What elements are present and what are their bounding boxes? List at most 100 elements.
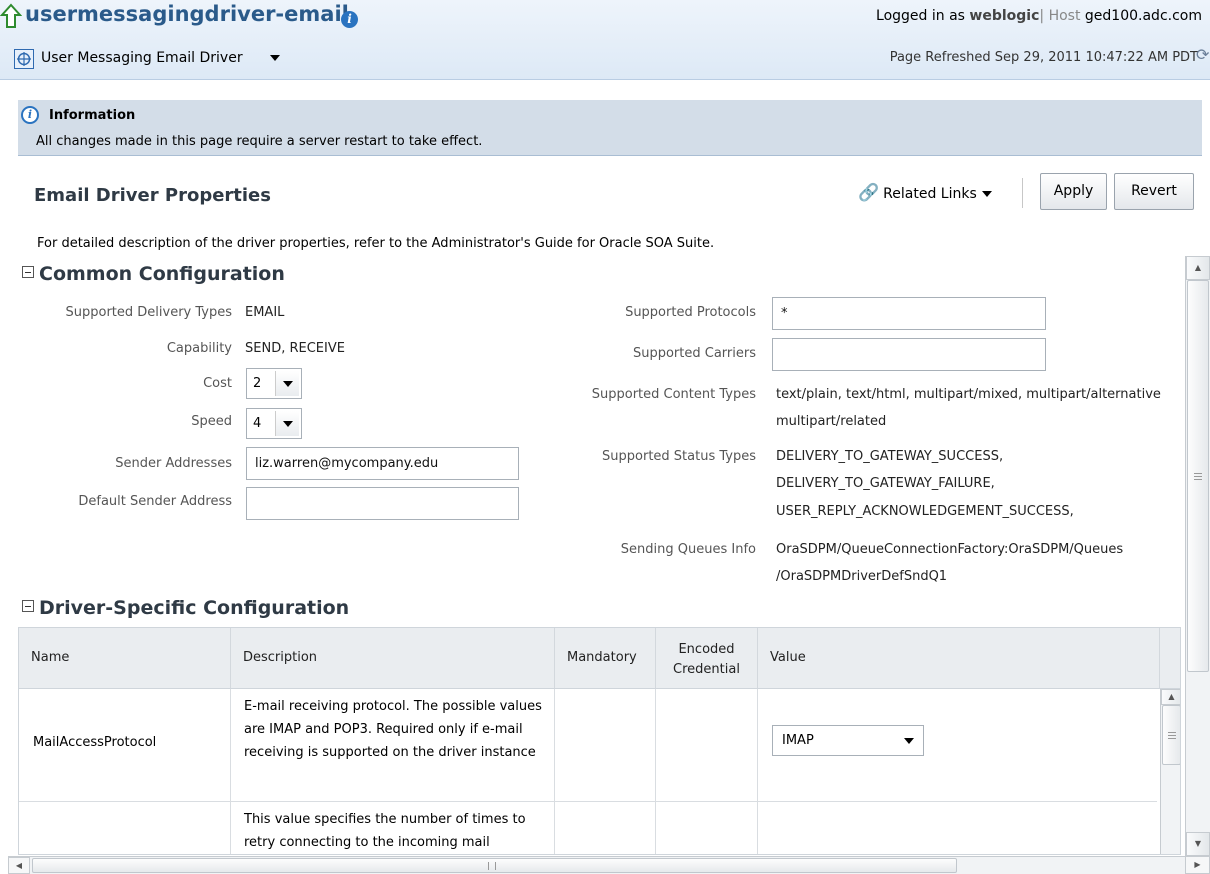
page-horizontal-scrollbar[interactable]: ◀: [8, 856, 1185, 874]
column-header-encoded-credential[interactable]: Encoded Credential: [656, 628, 758, 689]
host-name: ged100.adc.com: [1084, 8, 1202, 24]
property-description: This value specifies the number of times…: [244, 812, 526, 850]
column-label: Value: [770, 650, 806, 665]
scroll-down-icon[interactable]: ▼: [1186, 832, 1210, 856]
description-cell: E-mail receiving protocol. The possible …: [231, 689, 555, 801]
related-links-label[interactable]: Related Links: [883, 186, 977, 202]
protocols-label: Supported Protocols: [625, 305, 756, 320]
property-name: MailAccessProtocol: [33, 735, 157, 750]
page-refreshed: Page Refreshed Sep 29, 2011 10:47:22 AM …: [889, 50, 1198, 65]
info-message: All changes made in this page require a …: [36, 134, 483, 149]
cost-label: Cost: [203, 376, 232, 391]
up-arrow-icon[interactable]: [0, 3, 22, 29]
chevron-down-icon[interactable]: [897, 728, 921, 753]
scroll-up-icon[interactable]: ▲: [1161, 689, 1180, 705]
driver-config-header[interactable]: Driver-Specific Configuration: [22, 597, 349, 619]
column-header-description[interactable]: Description: [231, 628, 555, 689]
scrollbar-thumb[interactable]: [1162, 705, 1180, 765]
capability-value: SEND, RECEIVE: [245, 341, 345, 356]
section-title: Common Configuration: [39, 263, 285, 285]
property-description: E-mail receiving protocol. The possible …: [244, 699, 542, 760]
paperclip-link-icon: 🔗: [858, 183, 880, 203]
speed-value: 4: [253, 416, 262, 431]
mail-access-protocol-select[interactable]: IMAP: [772, 725, 924, 756]
host-label: Host: [1048, 8, 1081, 24]
scrollbar-thumb[interactable]: [1187, 280, 1209, 672]
collapse-icon[interactable]: [22, 600, 34, 612]
chevron-down-icon[interactable]: [275, 371, 299, 396]
column-header-mandatory[interactable]: Mandatory: [555, 628, 656, 689]
logged-in-label: Logged in as: [876, 8, 965, 24]
refresh-icon[interactable]: ⟳: [1196, 46, 1210, 64]
value-cell: [758, 802, 1157, 854]
cost-select[interactable]: 2: [246, 368, 302, 399]
page-vertical-scrollbar[interactable]: ▲ ▼: [1185, 256, 1210, 856]
scrollbar-thumb[interactable]: [32, 858, 957, 873]
cost-value: 2: [253, 376, 262, 391]
carriers-input[interactable]: [772, 338, 1046, 371]
content-types-value-2: multipart/related: [776, 414, 887, 429]
encoded-credential-cell: [656, 689, 758, 801]
revert-button[interactable]: Revert: [1114, 173, 1194, 210]
target-menu[interactable]: User Messaging Email Driver: [41, 50, 243, 66]
column-header-filler: [1160, 628, 1180, 689]
status-types-value-3: USER_REPLY_ACKNOWLEDGEMENT_SUCCESS,: [776, 504, 1074, 519]
content-types-value-1: text/plain, text/html, multipart/mixed, …: [776, 387, 1161, 402]
chevron-down-icon[interactable]: [270, 55, 280, 61]
queues-value-2: /OraSDPMDriverDefSndQ1: [776, 569, 948, 584]
scroll-right-icon[interactable]: ▶: [1185, 856, 1210, 874]
collapse-icon[interactable]: [22, 266, 34, 278]
delivery-types-label: Supported Delivery Types: [65, 305, 233, 320]
sender-addresses-label: Sender Addresses: [115, 456, 232, 471]
speed-select[interactable]: 4: [246, 408, 302, 439]
page-description: For detailed description of the driver p…: [37, 236, 715, 251]
value-cell: IMAP: [758, 689, 1157, 801]
default-sender-label: Default Sender Address: [78, 494, 232, 509]
target-header: usermessagingdriver-email i User Messagi…: [0, 0, 1210, 80]
queues-value-1: OraSDPM/QueueConnectionFactory:OraSDPM/Q…: [776, 542, 1124, 557]
mandatory-cell: [555, 689, 656, 801]
info-banner: i Information All changes made in this p…: [18, 100, 1202, 156]
column-label: Mandatory: [567, 650, 637, 665]
description-cell: This value specifies the number of times…: [231, 802, 555, 854]
capability-label: Capability: [166, 341, 232, 356]
default-sender-input[interactable]: [246, 487, 519, 520]
status-types-value-1: DELIVERY_TO_GATEWAY_SUCCESS,: [776, 449, 1004, 464]
mandatory-cell: [555, 802, 656, 854]
name-cell: [19, 802, 231, 854]
delivery-types-value: EMAIL: [245, 305, 285, 320]
protocols-input[interactable]: *: [772, 297, 1046, 330]
toolbar-divider: [1022, 178, 1023, 208]
name-cell: MailAccessProtocol: [19, 689, 231, 801]
scroll-left-icon[interactable]: ◀: [8, 857, 30, 874]
target-title: usermessagingdriver-email: [25, 2, 349, 26]
status-types-value-2: DELIVERY_TO_GATEWAY_FAILURE,: [776, 476, 995, 491]
target-menu-icon[interactable]: [14, 49, 34, 69]
apply-button[interactable]: Apply: [1040, 173, 1107, 210]
common-config-header[interactable]: Common Configuration: [22, 263, 285, 285]
encoded-credential-cell: [656, 802, 758, 854]
related-links-menu[interactable]: 🔗 Related Links: [858, 183, 992, 203]
status-types-label: Supported Status Types: [602, 449, 756, 464]
driver-properties-table: Name Description Mandatory Encoded Creden…: [18, 627, 1181, 855]
selected-value: IMAP: [782, 733, 814, 748]
table-row[interactable]: MailAccessProtocol E-mail receiving prot…: [19, 689, 1157, 802]
section-title: Driver-Specific Configuration: [39, 597, 350, 619]
chevron-down-icon[interactable]: [275, 411, 299, 436]
info-title: Information: [49, 108, 136, 123]
column-label: Description: [243, 650, 318, 665]
table-row[interactable]: This value specifies the number of times…: [19, 802, 1157, 854]
chevron-down-icon[interactable]: [981, 191, 992, 197]
column-label: Encoded Credential: [656, 640, 757, 680]
column-header-value[interactable]: Value: [758, 628, 1160, 689]
carriers-label: Supported Carriers: [632, 346, 756, 361]
column-label-line-1: Encoded: [678, 642, 735, 657]
scroll-up-icon[interactable]: ▲: [1186, 256, 1210, 280]
queues-label: Sending Queues Info: [620, 542, 756, 557]
speed-label: Speed: [191, 414, 232, 429]
info-icon[interactable]: i: [341, 11, 358, 28]
sender-addresses-input[interactable]: liz.warren@mycompany.edu: [246, 447, 519, 480]
column-header-name[interactable]: Name: [19, 628, 231, 689]
table-vertical-scrollbar[interactable]: ▲: [1160, 689, 1180, 854]
user-name[interactable]: weblogic: [969, 8, 1039, 24]
